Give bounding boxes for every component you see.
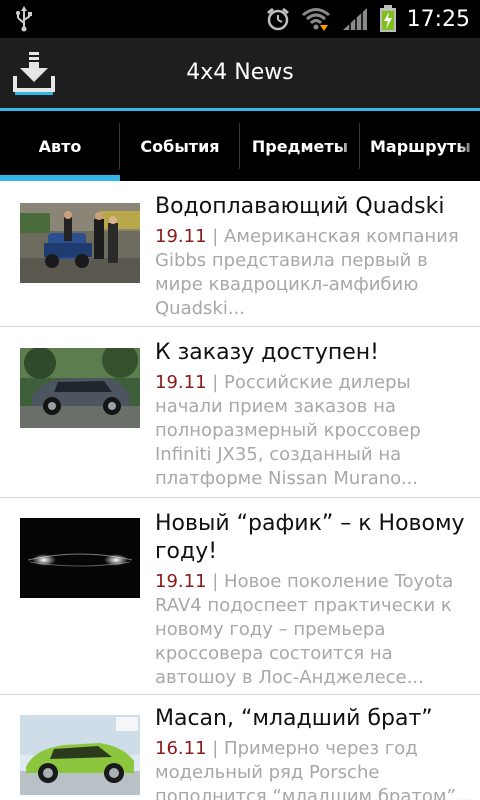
news-description: 19.11 | Российские дилеры начали прием з… bbox=[155, 371, 474, 491]
date-separator: | bbox=[206, 738, 225, 759]
usb-icon bbox=[16, 6, 32, 32]
date-separator: | bbox=[206, 372, 225, 393]
news-item[interactable]: К заказу доступен! 19.11 | Российские ди… bbox=[0, 327, 480, 498]
tab-fade bbox=[458, 111, 480, 181]
news-item[interactable]: Macan, “младший брат” 16.11 | Примерно ч… bbox=[0, 695, 480, 800]
news-title: Водоплавающий Quadski bbox=[155, 194, 445, 219]
tab-items[interactable]: Предметы bbox=[240, 111, 360, 181]
news-description: 19.11 | Новое поколение Toyota RAV4 подо… bbox=[155, 570, 474, 690]
tab-label: События bbox=[140, 136, 220, 156]
news-date: 19.11 bbox=[155, 226, 207, 247]
news-title: К заказу доступен! bbox=[155, 340, 379, 365]
status-time: 17:25 bbox=[406, 6, 470, 32]
news-title: Macan, “младший брат” bbox=[155, 706, 433, 731]
news-list: Водоплавающий Quadski 19.11 | Американск… bbox=[0, 181, 480, 800]
news-thumbnail bbox=[20, 518, 140, 598]
news-thumbnail bbox=[20, 715, 140, 795]
news-item[interactable]: Новый “рафик” – к Новому году! 19.11 | Н… bbox=[0, 498, 480, 695]
news-thumbnail bbox=[20, 203, 140, 283]
battery-charging-icon bbox=[379, 5, 397, 33]
news-item[interactable]: Водоплавающий Quadski 19.11 | Американск… bbox=[0, 181, 480, 327]
tab-routes[interactable]: Маршруты bbox=[360, 111, 480, 181]
wifi-icon bbox=[301, 6, 331, 32]
news-date: 19.11 bbox=[155, 372, 207, 393]
news-description: 19.11 | Американская компания Gibbs пред… bbox=[155, 225, 474, 321]
news-date: 16.11 bbox=[155, 738, 207, 759]
app-title: 4x4 News bbox=[186, 60, 294, 85]
tab-label: Предметы bbox=[251, 136, 349, 156]
signal-icon bbox=[341, 6, 369, 32]
news-thumbnail bbox=[20, 348, 140, 428]
date-separator: | bbox=[206, 226, 225, 247]
tab-fade bbox=[338, 111, 360, 181]
date-separator: | bbox=[206, 571, 225, 592]
news-date: 19.11 bbox=[155, 571, 207, 592]
news-description: 16.11 | Примерно через год модельный ряд… bbox=[155, 737, 474, 800]
status-bar: 17:25 bbox=[0, 0, 480, 38]
tab-events[interactable]: События bbox=[120, 111, 240, 181]
tab-label: Маршруты bbox=[370, 136, 470, 156]
news-title: Новый “рафик” – к Новому году! bbox=[155, 511, 465, 564]
tab-auto[interactable]: Авто bbox=[0, 111, 120, 181]
action-bar: 4x4 News bbox=[0, 38, 480, 108]
tab-bar: Авто События Предметы Маршруты bbox=[0, 111, 480, 181]
tab-fade bbox=[218, 111, 240, 181]
tab-label: Авто bbox=[38, 136, 82, 156]
alarm-icon bbox=[265, 6, 291, 32]
